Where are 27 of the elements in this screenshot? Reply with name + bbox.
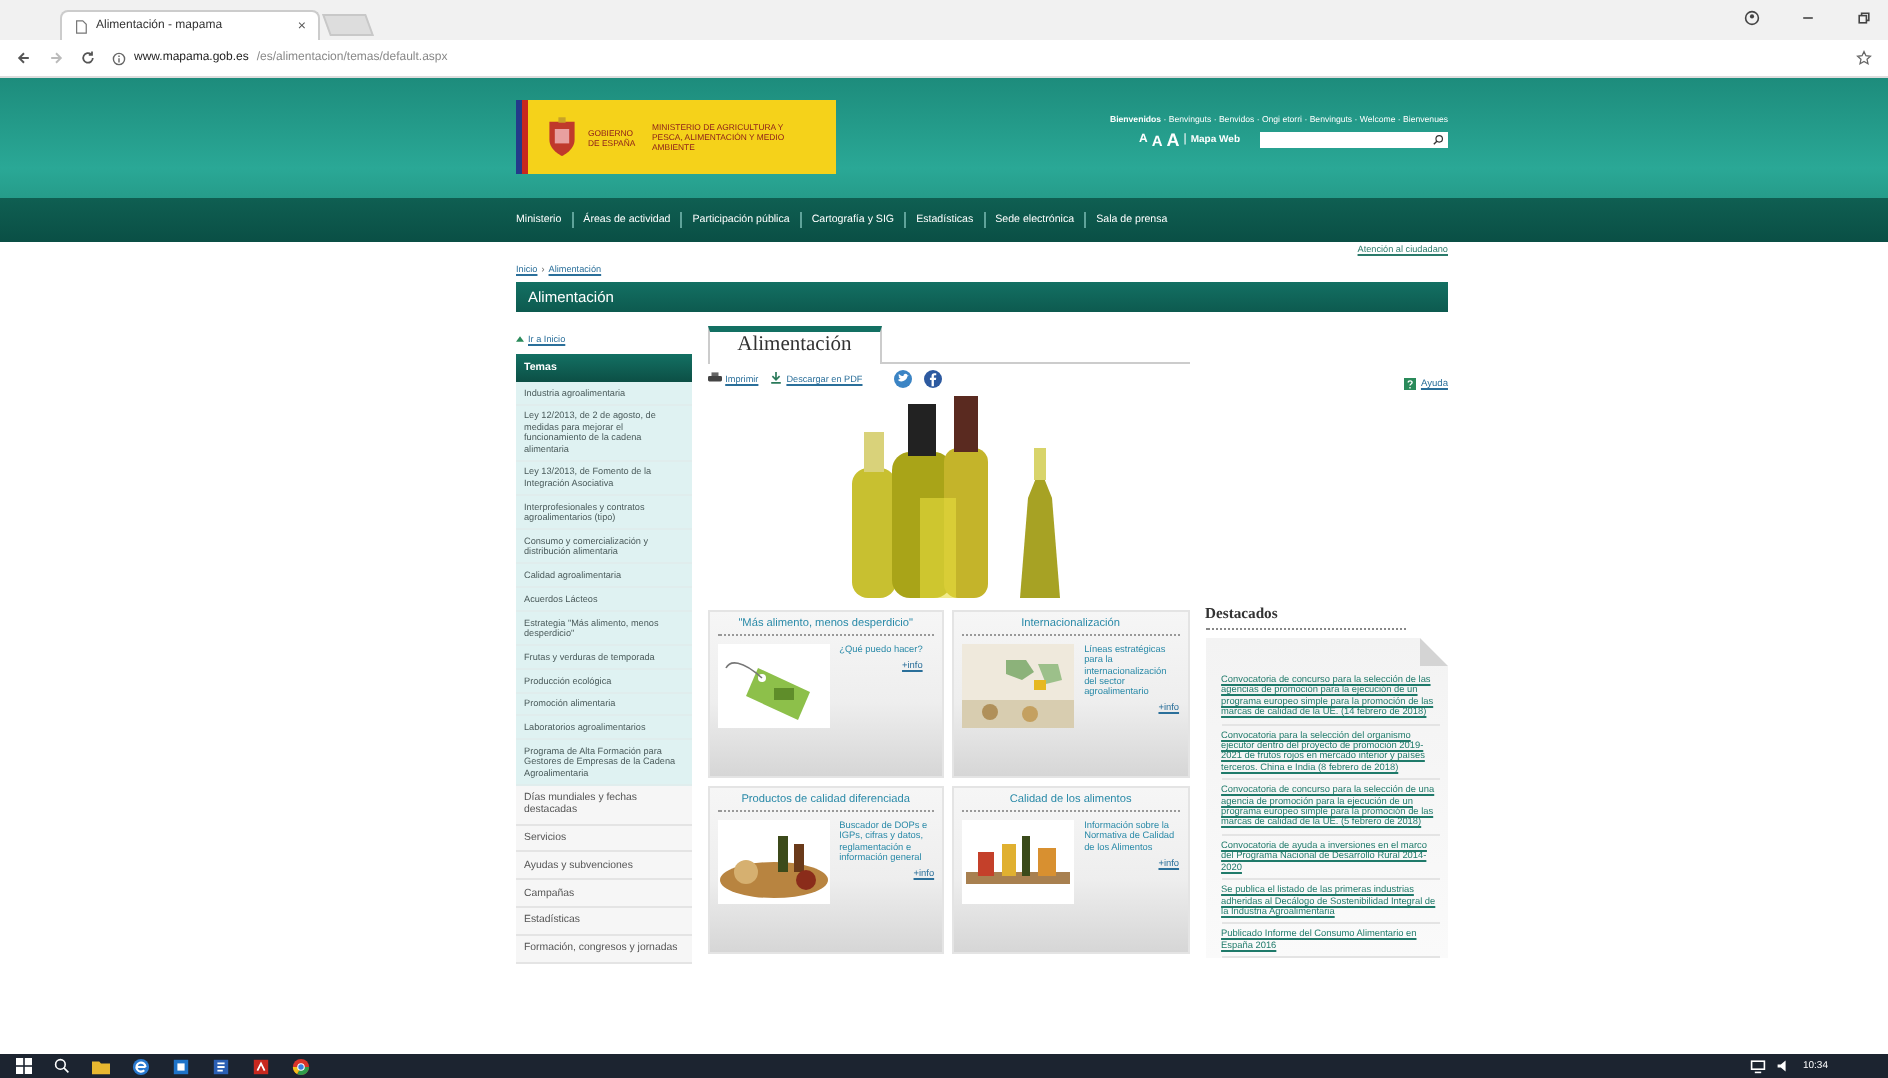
search-field[interactable] [1260,132,1448,148]
facebook-icon[interactable] [924,369,943,387]
folder-icon[interactable] [92,1057,110,1075]
network-icon[interactable] [1750,1058,1767,1074]
back-icon[interactable] [16,50,32,66]
search-icon[interactable] [1432,134,1444,146]
document-icon[interactable] [212,1057,230,1075]
help-icon[interactable] [1404,378,1417,390]
page-title-tab[interactable]: Alimentación [707,326,882,364]
app-icon[interactable] [172,1057,190,1075]
profile-icon[interactable] [1744,10,1760,26]
info-icon [112,51,126,65]
reload-icon[interactable] [80,50,96,66]
windows-start-icon[interactable] [16,1058,32,1074]
chrome-icon[interactable] [292,1057,310,1075]
restore-icon[interactable] [1856,10,1872,26]
download-icon [770,372,783,384]
pdf-icon[interactable] [252,1057,270,1075]
browser-e-icon[interactable] [132,1057,150,1075]
printer-icon [707,372,722,384]
page-icon [74,19,88,33]
twitter-icon[interactable] [894,369,913,387]
bookmark-star-icon[interactable] [1856,50,1872,66]
coat-of-arms-icon [544,115,580,159]
folded-corner [1419,638,1448,666]
up-arrow-icon [516,335,524,341]
search-icon[interactable] [54,1058,70,1074]
